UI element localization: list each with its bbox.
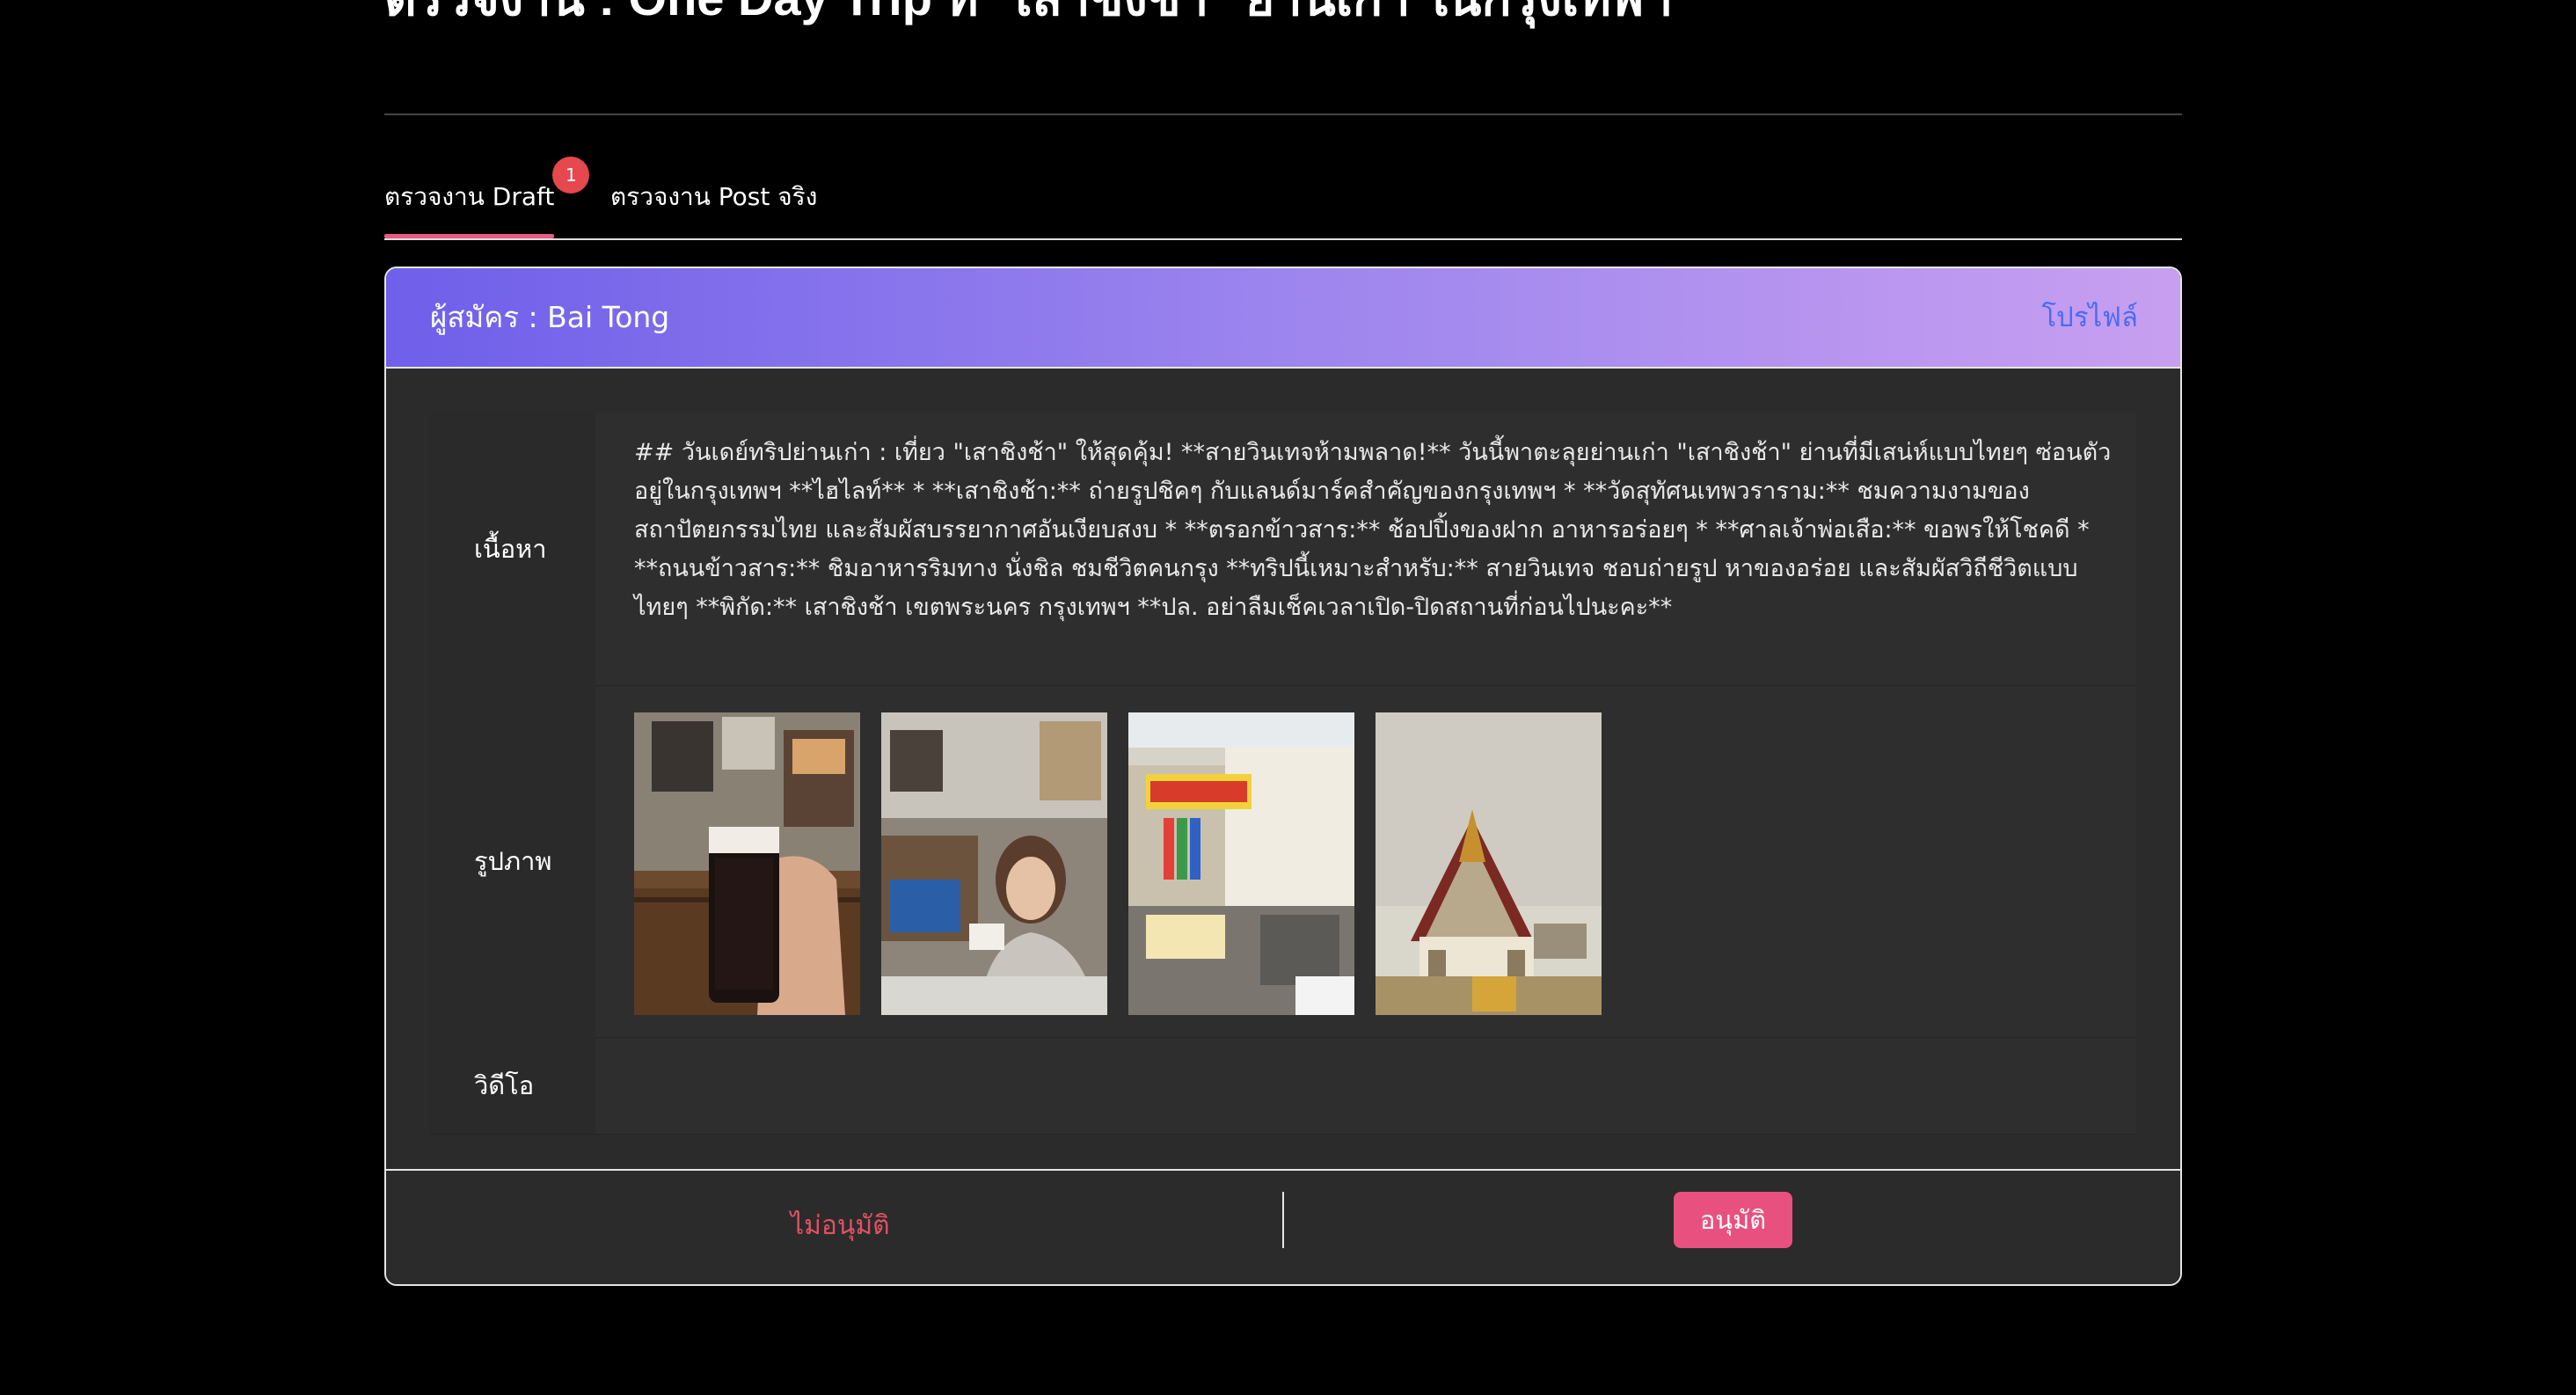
video-row: วิดีโอ — [430, 1037, 2136, 1135]
approve-button[interactable]: อนุมัติ — [1674, 1192, 1792, 1248]
images-label: รูปภาพ — [430, 685, 595, 1037]
photo-iced-drink[interactable] — [634, 712, 860, 1015]
content-cell: ## วันเดย์ทริปย่านเก่า : เที่ยว "เสาชิงช… — [595, 413, 2136, 685]
images-cell — [595, 685, 2136, 1037]
content-label: เนื้อหา — [430, 413, 595, 685]
content-row: เนื้อหา ## วันเดย์ทริปย่านเก่า : เที่ยว … — [430, 413, 2136, 686]
card-body: เนื้อหา ## วันเดย์ทริปย่านเก่า : เที่ยว … — [386, 367, 2180, 1169]
tab-draft-review[interactable]: ตรวจงาน Draft 1 — [384, 157, 590, 238]
card-header: ผู้สมัคร : Bai Tong โปรไฟล์ — [386, 268, 2180, 367]
tab-draft-label: ตรวจงาน Draft — [384, 182, 555, 211]
content-text: ## วันเดย์ทริปย่านเก่า : เที่ยว "เสาชิงช… — [634, 439, 2112, 621]
profile-link[interactable]: โปรไฟล์ — [2041, 295, 2138, 340]
applicant-name: ผู้สมัคร : Bai Tong — [430, 300, 670, 334]
photo-temple[interactable] — [1376, 712, 1602, 1015]
images-row: รูปภาพ — [430, 685, 2136, 1038]
photo-woman-cafe[interactable] — [881, 712, 1107, 1015]
review-page: ตรวจงาน : One Day Trip ที่ "เสาชิงช้า" ย… — [0, 0, 2576, 1395]
tab-post-label: ตรวจงาน Post จริง — [610, 182, 818, 211]
card-footer: ไม่อนุมัติ อนุมัติ — [386, 1169, 2180, 1284]
video-label: วิดีโอ — [430, 1037, 595, 1134]
submission-card: ผู้สมัคร : Bai Tong โปรไฟล์ เนื้อหา ## ว… — [384, 267, 2182, 1286]
draft-count-badge: 1 — [552, 157, 590, 194]
title-divider — [384, 113, 2182, 115]
reject-button[interactable]: ไม่อนุมัติ — [791, 1202, 890, 1250]
page-title: ตรวจงาน : One Day Trip ที่ "เสาชิงช้า" ย… — [384, 0, 1671, 33]
detail-table: เนื้อหา ## วันเดย์ทริปย่านเก่า : เที่ยว … — [430, 413, 2136, 1135]
video-cell — [595, 1037, 2136, 1134]
tab-post-review[interactable]: ตรวจงาน Post จริง — [610, 172, 817, 237]
tab-bar: ตรวจงาน Draft 1 ตรวจงาน Post จริง — [384, 157, 2182, 240]
footer-divider — [1282, 1192, 1284, 1248]
photo-shophouse[interactable] — [1128, 712, 1354, 1015]
